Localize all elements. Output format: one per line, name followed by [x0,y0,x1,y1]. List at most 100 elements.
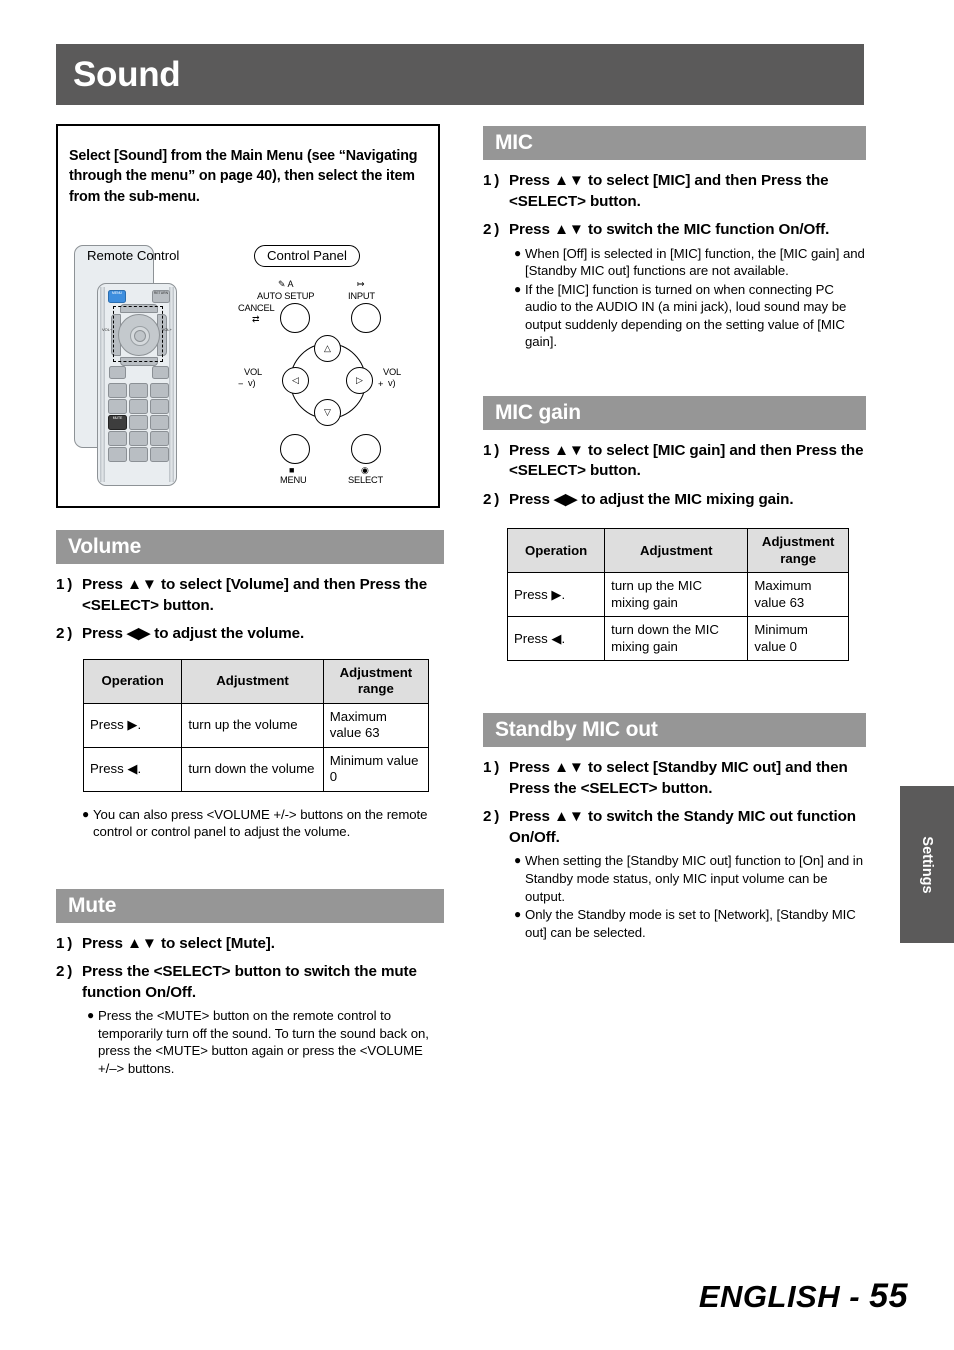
volume-step-2-text: Press ◀▶ to adjust the volume. [82,625,305,643]
mic-gain-step-2-number: 2 ) [483,490,500,508]
bullet-dot-icon: ● [82,806,90,821]
volume-steps: 1 ) Press ▲▼ to select [Volume] and then… [56,575,444,645]
volume-note-1-text: You can also press <VOLUME +/-> buttons … [93,806,428,840]
remote-btn-r2c3 [150,399,169,414]
page-footer: ENGLISH - 55 [699,1277,908,1316]
mute-steps: 1 ) Press ▲▼ to select [Mute]. 2 ) Press… [56,934,444,1004]
volume-step-1-number: 1 ) [56,576,73,593]
remote-btn-r2c2 [129,399,148,414]
remote-btn-r1c2 [129,383,148,398]
bullet-dot-icon: ● [87,1008,95,1023]
volume-section-bar: Volume [56,530,444,564]
standby-mic-out-steps: 1 ) Press ▲▼ to select [Standby MIC out]… [483,758,866,848]
volume-step-1-text: Press ▲▼ to select [Volume] and then Pre… [82,576,428,614]
mic-step-2: 2 ) Press ▲▼ to switch the MIC function … [483,220,866,241]
mic-gain-r1-operation: Press ▶. [506,572,606,618]
remote-menu-button: MENU [108,290,126,303]
nav-down-button: ▽ [314,399,341,426]
mic-gain-steps: 1 ) Press ▲▼ to select [MIC gain] and th… [483,441,866,511]
remote-btn-r5c1 [108,447,127,462]
volume-th-operation: Operation [82,658,183,704]
standby-mic-out-step-2: 2 ) Press ▲▼ to switch the Standy MIC ou… [483,807,866,848]
mute-step-1-text: Press ▲▼ to select [Mute]. [82,934,275,952]
table-row: Press ◀. turn down the volume Minimum va… [82,746,430,792]
intro-box: Select [Sound] from the Main Menu (see “… [56,124,440,508]
bullet-dot-icon: ● [514,245,522,260]
section-volume: Volume 1 ) Press ▲▼ to select [Volume] a… [56,530,444,841]
mic-note-1: ● When [Off] is selected in [MIC] functi… [514,245,866,280]
volume-heading: Volume [68,535,142,558]
table-row: Press ◀. turn down the MIC mixing gain M… [506,616,849,662]
control-panel-illustration: ✎ A AUTO SETUP ↦ INPUT CANCEL ⇄ △ ▽ ◁ ▷ … [238,279,418,487]
table-row: Press ▶. turn up the volume Maximum valu… [82,702,430,748]
volume-r1-operation: Press ▶. [82,702,183,748]
right-column: MIC 1 ) Press ▲▼ to select [MIC] and the… [483,126,866,942]
remote-vol-minus-label: VOL− [102,327,113,332]
mute-step-2-number: 2 ) [56,963,73,981]
mute-step-2-text: Press the <SELECT> button to switch the … [82,963,417,1001]
mute-step-2: 2 ) Press the <SELECT> button to switch … [56,962,444,1003]
nav-up-arrow-icon: △ [324,343,331,353]
remote-btn-r4c3 [150,431,169,446]
remote-btn-r4c1 [108,431,127,446]
nav-left-button: ◁ [282,367,309,394]
standby-mic-out-note-1: ● When setting the [Standby MIC out] fun… [514,852,866,905]
remote-left-edge [100,287,105,482]
standby-mic-out-step-1-text: Press ▲▼ to select [Standby MIC out] and… [509,759,848,797]
standby-mic-out-note-2: ● Only the Standby mode is set to [Netwo… [514,906,866,941]
mic-gain-th-operation: Operation [506,528,606,574]
section-mic: MIC 1 ) Press ▲▼ to select [MIC] and the… [483,126,866,351]
vol-minus-speaker-icon: ᴠ) [248,378,256,388]
bullet-dot-icon: ● [514,907,522,922]
page-title-bar: Sound [56,44,864,105]
mic-gain-step-2-text: Press ◀▶ to adjust the MIC mixing gain. [509,490,794,508]
mute-step-1-number: 1 ) [56,934,73,952]
bullet-dot-icon: ● [514,853,522,868]
remote-vol-plus-label: VOL+ [161,327,172,332]
section-standby-mic-out: Standby MIC out 1 ) Press ▲▼ to select [… [483,713,866,941]
control-panel-label: Control Panel [254,245,360,267]
mic-note-1-text: When [Off] is selected in [MIC] function… [525,245,865,279]
volume-r2-adjustment: turn down the volume [181,746,324,792]
volume-adjustment-table: Operation Adjustment Adjustment range Pr… [82,658,430,792]
mic-note-2-text: If the [MIC] function is turned on when … [525,281,847,350]
table-header-row: Operation Adjustment Adjustment range [506,528,849,574]
standby-mic-out-note-1-text: When setting the [Standby MIC out] funct… [525,853,863,904]
volume-r2-range: Minimum value 0 [322,746,430,792]
control-panel-nav-cluster: △ ▽ ◁ ▷ [282,335,373,426]
mic-gain-heading: MIC gain [495,400,581,424]
standby-mic-out-notes: ● When setting the [Standby MIC out] fun… [514,852,866,941]
volume-notes: ● You can also press <VOLUME +/-> button… [82,806,444,841]
input-button [351,303,381,333]
remote-return-glyph: RETURN [153,291,169,295]
volume-r2-operation: Press ◀. [82,746,183,792]
mic-gain-r2-adjustment: turn down the MIC mixing gain [604,616,749,662]
remote-btn-r5c3 [150,447,169,462]
auto-setup-icon: ✎ A [278,279,294,289]
remote-mute-glyph: MUTE [112,416,123,420]
footer-language: ENGLISH - [698,1279,870,1314]
bullet-dot-icon: ● [514,281,522,296]
volume-note-1: ● You can also press <VOLUME +/-> button… [82,806,444,841]
standby-mic-out-step-1-number: 1 ) [483,759,500,777]
section-mic-gain: MIC gain 1 ) Press ▲▼ to select [MIC gai… [483,395,866,662]
page-title: Sound [73,54,181,94]
input-label: INPUT [348,291,375,301]
side-tab-label: Settings [919,835,935,894]
table-header-row: Operation Adjustment Adjustment range [82,658,430,704]
mic-step-1: 1 ) Press ▲▼ to select [MIC] and then Pr… [483,171,866,212]
mute-note-1: ● Press the <MUTE> button on the remote … [87,1007,444,1077]
mic-gain-r2-operation: Press ◀. [506,616,606,662]
remote-btn-r2c1 [108,399,127,414]
menu-button [280,434,310,464]
mic-steps: 1 ) Press ▲▼ to select [MIC] and then Pr… [483,171,866,241]
mic-section-bar: MIC [483,126,866,160]
mic-gain-section-bar: MIC gain [483,395,866,430]
volume-step-2: 2 ) Press ◀▶ to adjust the volume. [56,624,444,645]
cancel-icon: ⇄ [252,314,260,324]
mute-heading: Mute [68,893,117,917]
nav-right-arrow-icon: ▷ [356,375,363,385]
mic-notes: ● When [Off] is selected in [MIC] functi… [514,245,866,351]
standby-mic-out-step-1: 1 ) Press ▲▼ to select [Standby MIC out]… [483,758,866,799]
nav-down-arrow-icon: ▽ [324,407,331,417]
